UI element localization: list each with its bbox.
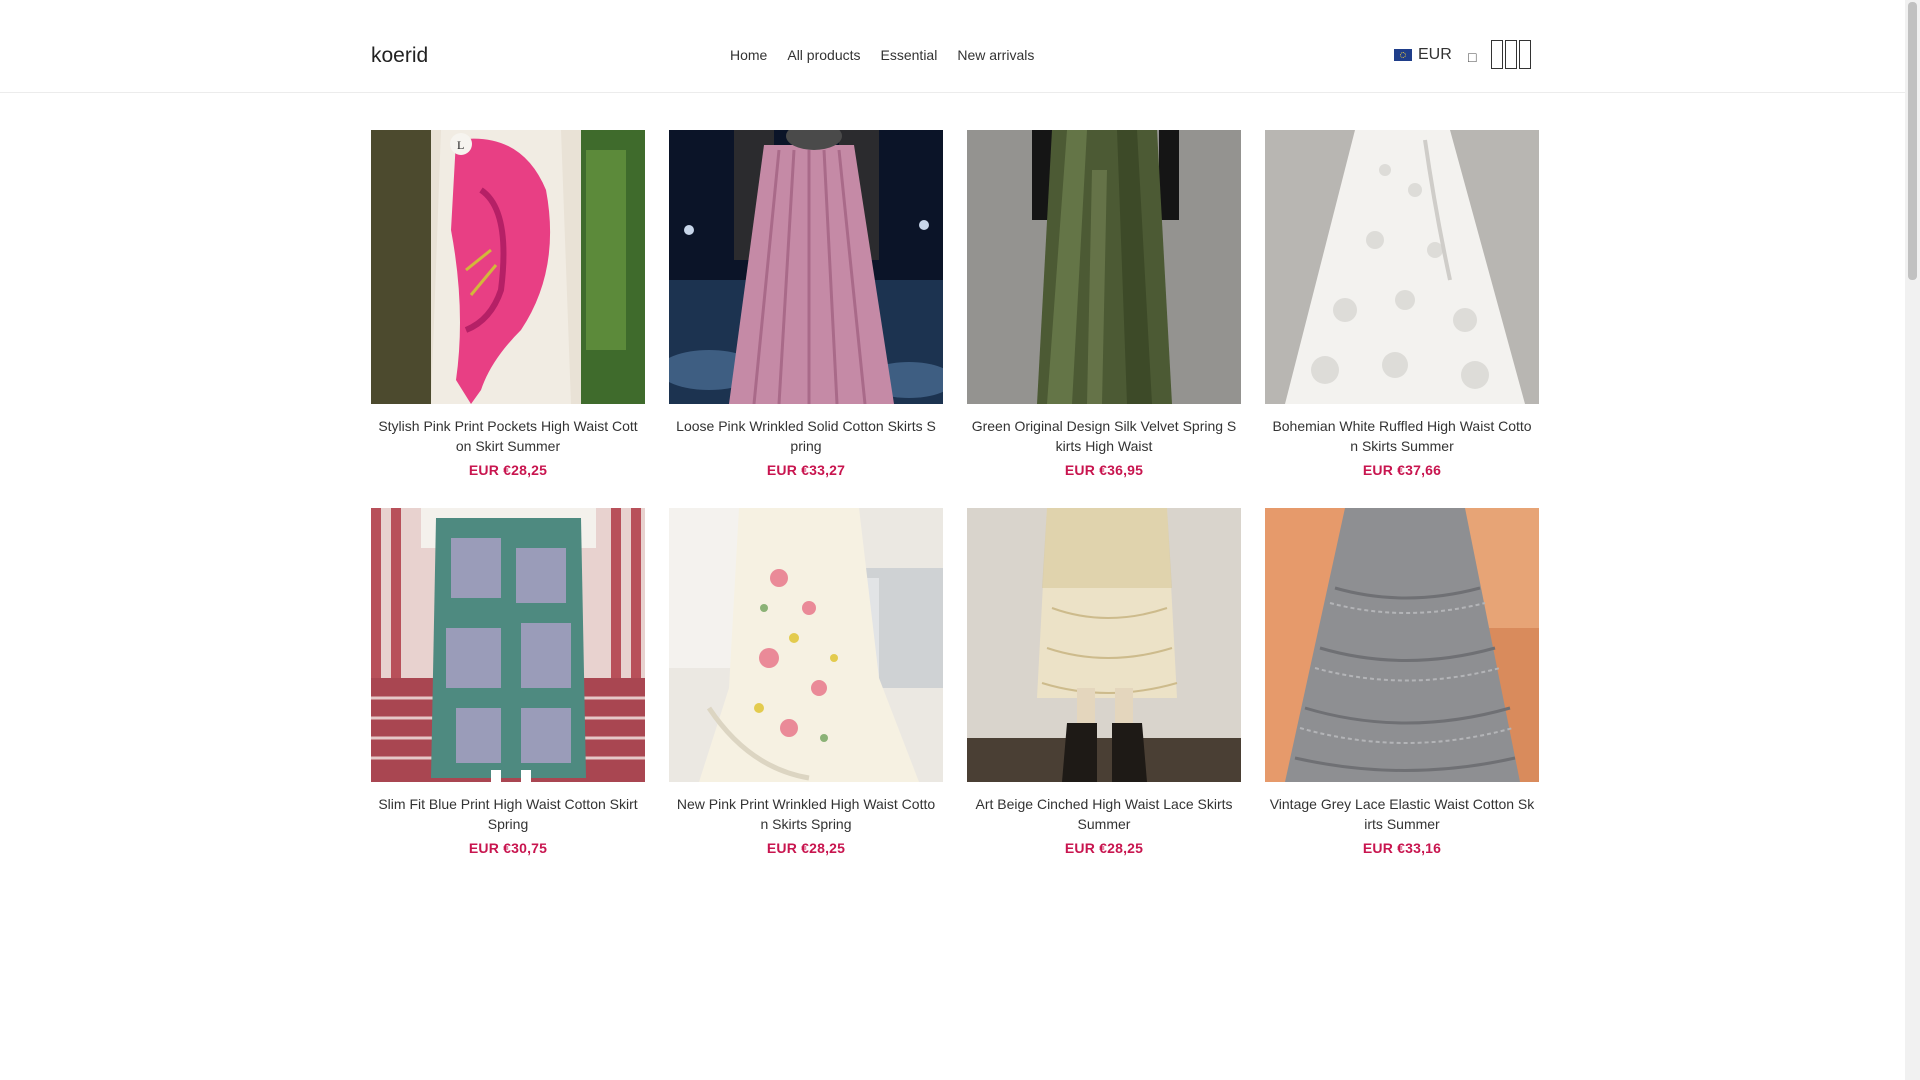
scrollbar-thumb[interactable] <box>1908 2 1917 280</box>
product-image[interactable] <box>1265 130 1539 404</box>
product-image[interactable] <box>669 130 943 404</box>
product-card[interactable]: Loose Pink Wrinkled Solid Cotton Skirts … <box>669 130 943 478</box>
wishlist-icon[interactable] <box>1505 40 1517 69</box>
product-title[interactable]: New Pink Print Wrinkled High Waist Cotto… <box>669 794 943 834</box>
product-photo <box>371 508 645 782</box>
product-title[interactable]: Art Beige Cinched High Waist Lace Skirts… <box>967 794 1241 834</box>
product-price: EUR €33,16 <box>1362 840 1442 856</box>
product-card[interactable]: New Pink Print Wrinkled High Waist Cotto… <box>669 508 943 856</box>
product-image[interactable]: L <box>371 130 645 404</box>
product-card[interactable]: Art Beige Cinched High Waist Lace Skirts… <box>967 508 1241 856</box>
product-photo <box>1265 508 1539 782</box>
product-image[interactable] <box>371 508 645 782</box>
page: koerid Home All products Essential New a… <box>0 0 1920 1080</box>
product-price: EUR €28,25 <box>1064 840 1144 856</box>
product-price: EUR €28,25 <box>468 462 548 478</box>
product-price: EUR €28,25 <box>766 840 846 856</box>
page-scrollbar[interactable] <box>1905 0 1920 1080</box>
site-logo[interactable]: koerid <box>371 44 428 68</box>
product-card[interactable]: Bohemian White Ruffled High Waist Cotton… <box>1265 130 1539 478</box>
product-image[interactable] <box>967 508 1241 782</box>
product-photo: L <box>371 130 645 404</box>
product-price: EUR €30,75 <box>468 840 548 856</box>
product-image[interactable] <box>967 130 1241 404</box>
eu-flag-icon <box>1394 49 1412 61</box>
product-title[interactable]: Green Original Design Silk Velvet Spring… <box>967 416 1241 456</box>
product-grid: L Stylish Pink Print Pockets High Waist … <box>371 130 1539 856</box>
product-title[interactable]: Loose Pink Wrinkled Solid Cotton Skirts … <box>669 416 943 456</box>
product-price: EUR €33,27 <box>766 462 846 478</box>
currency-selector[interactable]: EUR <box>1394 46 1452 64</box>
nav-essential[interactable]: Essential <box>881 47 938 63</box>
product-photo <box>669 130 943 404</box>
cart-icon[interactable] <box>1519 40 1531 69</box>
nav-all-products[interactable]: All products <box>787 47 860 63</box>
site-header: koerid Home All products Essential New a… <box>0 0 1905 93</box>
product-photo <box>967 508 1241 782</box>
nav-new-arrivals[interactable]: New arrivals <box>957 47 1034 63</box>
product-title[interactable]: Bohemian White Ruffled High Waist Cotton… <box>1265 416 1539 456</box>
product-photo <box>967 130 1241 404</box>
product-title[interactable]: Vintage Grey Lace Elastic Waist Cotton S… <box>1265 794 1539 834</box>
product-photo <box>1265 130 1539 404</box>
search-icon[interactable]: □ <box>1468 49 1476 65</box>
product-image[interactable] <box>1265 508 1539 782</box>
product-image[interactable] <box>669 508 943 782</box>
header-actions <box>1491 40 1531 69</box>
product-price: EUR €36,95 <box>1064 462 1144 478</box>
product-card[interactable]: Green Original Design Silk Velvet Spring… <box>967 130 1241 478</box>
product-card[interactable]: L Stylish Pink Print Pockets High Waist … <box>371 130 645 478</box>
product-title[interactable]: Stylish Pink Print Pockets High Waist Co… <box>371 416 645 456</box>
currency-label: EUR <box>1418 46 1452 63</box>
main-nav: Home All products Essential New arrivals <box>730 47 1034 63</box>
product-card[interactable]: Slim Fit Blue Print High Waist Cotton Sk… <box>371 508 645 856</box>
product-photo <box>669 508 943 782</box>
product-price: EUR €37,66 <box>1362 462 1442 478</box>
product-title[interactable]: Slim Fit Blue Print High Waist Cotton Sk… <box>371 794 645 834</box>
nav-home[interactable]: Home <box>730 47 767 63</box>
account-icon[interactable] <box>1491 40 1503 69</box>
product-card[interactable]: Vintage Grey Lace Elastic Waist Cotton S… <box>1265 508 1539 856</box>
svg-text:L: L <box>457 138 464 152</box>
